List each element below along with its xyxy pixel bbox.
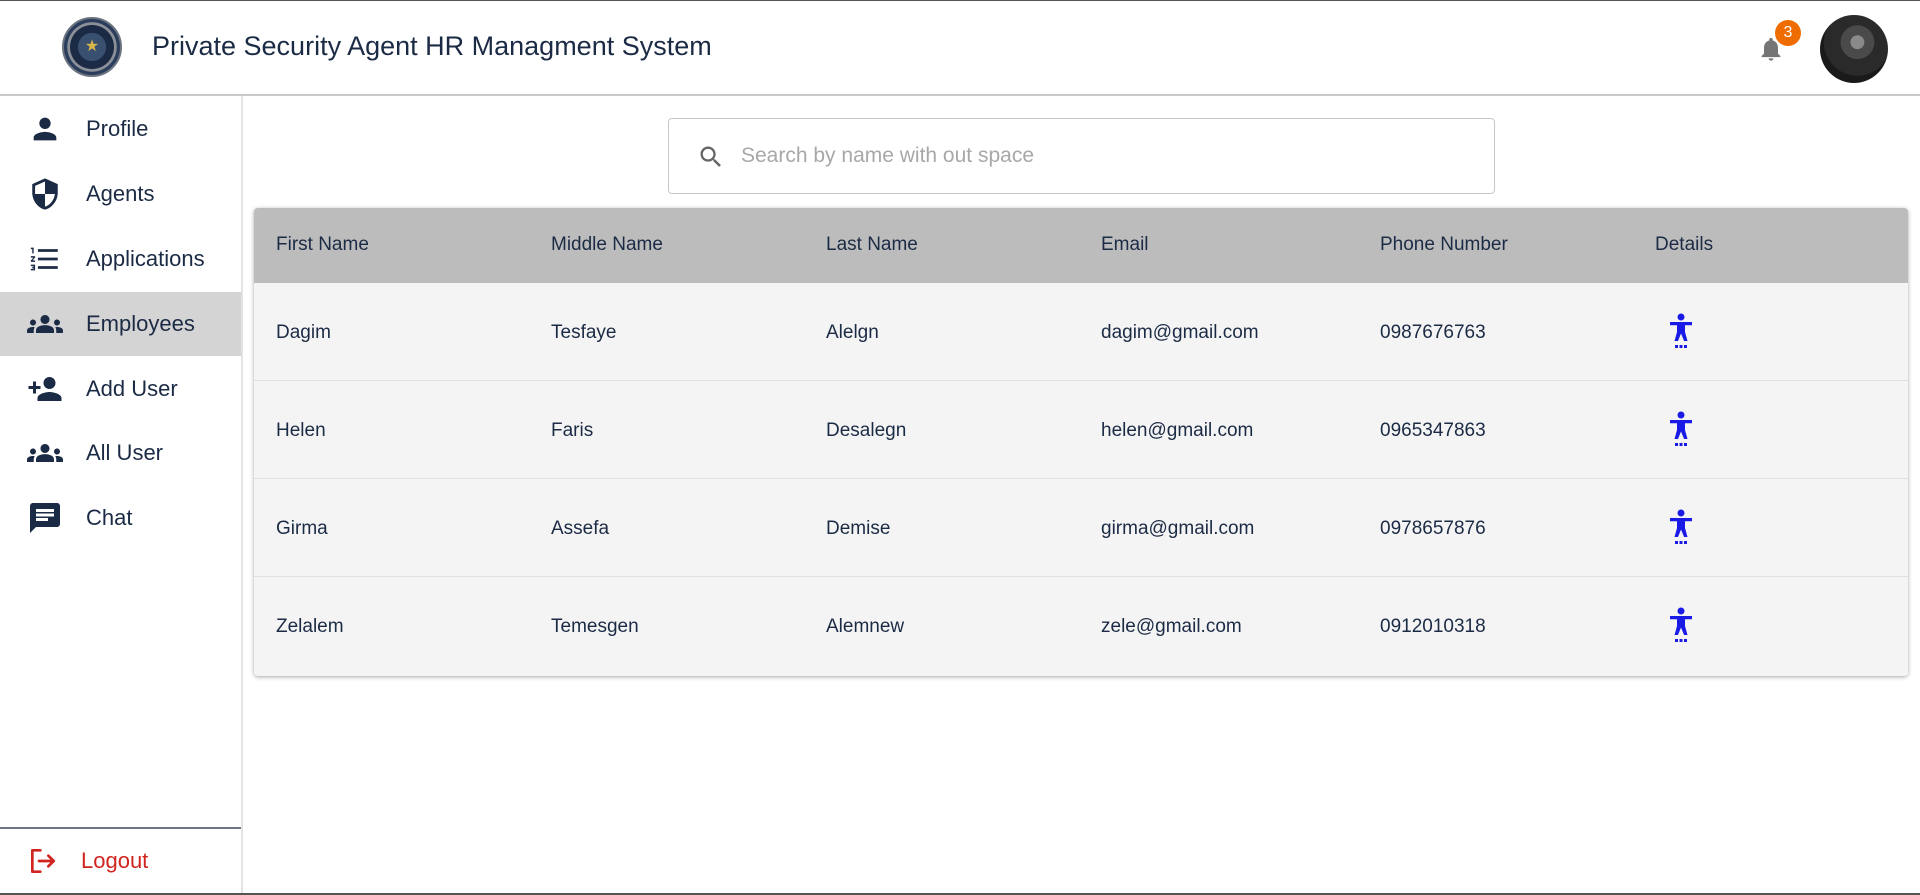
sidebar-item-label: Applications [86,246,205,271]
cell-first-name: Zelalem [276,616,344,637]
cell-first-name: Dagim [276,322,331,343]
logout-icon [25,843,61,879]
sidebar-item-add-user[interactable]: Add User [0,357,241,421]
app-root: ★ Private Security Agent HR Managment Sy… [0,0,1920,895]
column-header-details: Details [1655,234,1714,255]
sidebar-item-label: All User [86,440,164,465]
cell-email: zele@gmail.com [1101,616,1242,637]
sidebar-item-applications[interactable]: Applications [0,227,241,291]
search-box [668,118,1495,194]
sidebar-item-employees[interactable]: Employees [0,292,241,356]
cell-last-name: Desalegn [826,420,907,441]
cell-middle-name: Assefa [551,518,610,539]
star-icon: ★ [84,38,100,55]
cell-middle-name: Tesfaye [551,322,617,343]
cell-phone-number: 0965347863 [1380,420,1486,441]
cell-phone-number: 0978657876 [1380,518,1486,539]
table-row: Zelalem Temesgen Alemnew zele@gmail.com … [254,577,1908,675]
user-avatar[interactable] [1820,15,1888,83]
column-header-phone-number: Phone Number [1380,234,1508,255]
cell-email: girma@gmail.com [1101,518,1255,539]
person-icon [27,111,63,147]
table-header: First Name Middle Name Last Name Email P… [254,208,1908,283]
employees-table: First Name Middle Name Last Name Email P… [254,208,1908,676]
column-header-email: Email [1101,234,1149,255]
sidebar: Profile Agents Applications Employees Ad [0,96,243,893]
person-add-icon [27,371,63,407]
cell-phone-number: 0912010318 [1380,616,1486,637]
cell-last-name: Demise [826,518,891,539]
cell-middle-name: Faris [551,420,594,441]
logout-label: Logout [81,848,149,873]
shield-icon [27,176,63,212]
accessibility-person-icon[interactable] [1668,411,1694,447]
accessibility-person-icon[interactable] [1668,313,1694,349]
sidebar-item-agents[interactable]: Agents [0,162,241,226]
table-row: Girma Assefa Demise girma@gmail.com 0978… [254,479,1908,577]
sidebar-item-label: Agents [86,181,155,206]
table-row: Helen Faris Desalegn helen@gmail.com 096… [254,381,1908,479]
cell-last-name: Alemnew [826,616,905,637]
cell-email: dagim@gmail.com [1101,322,1259,343]
group-icon [27,435,63,471]
sidebar-item-profile[interactable]: Profile [0,97,241,161]
sidebar-item-label: Add User [86,376,178,401]
sidebar-item-label: Employees [86,311,195,336]
cell-first-name: Girma [276,518,328,539]
cell-first-name: Helen [276,420,326,441]
sidebar-item-chat[interactable]: Chat [0,486,241,550]
sidebar-item-label: Profile [86,116,149,141]
column-header-last-name: Last Name [826,234,918,255]
numbered-list-icon [27,241,63,277]
agency-logo: ★ [62,17,122,77]
table-row: Dagim Tesfaye Alelgn dagim@gmail.com 098… [254,283,1908,381]
column-header-middle-name: Middle Name [551,234,663,255]
accessibility-person-icon[interactable] [1668,509,1694,545]
chat-icon [27,500,63,536]
top-app-bar: ★ Private Security Agent HR Managment Sy… [0,1,1920,96]
column-header-first-name: First Name [276,234,369,255]
group-icon [27,306,63,342]
sidebar-item-all-user[interactable]: All User [0,421,241,485]
accessibility-person-icon[interactable] [1668,607,1694,643]
cell-email: helen@gmail.com [1101,420,1254,441]
cell-middle-name: Temesgen [551,616,639,637]
cell-phone-number: 0987676763 [1380,322,1486,343]
app-title: Private Security Agent HR Managment Syst… [152,31,712,61]
logout-button[interactable]: Logout [0,827,241,893]
sidebar-item-label: Chat [86,505,133,530]
cell-last-name: Alelgn [826,322,879,343]
search-input[interactable] [741,135,1461,177]
notification-count-badge: 3 [1775,20,1801,46]
search-icon [700,146,721,167]
